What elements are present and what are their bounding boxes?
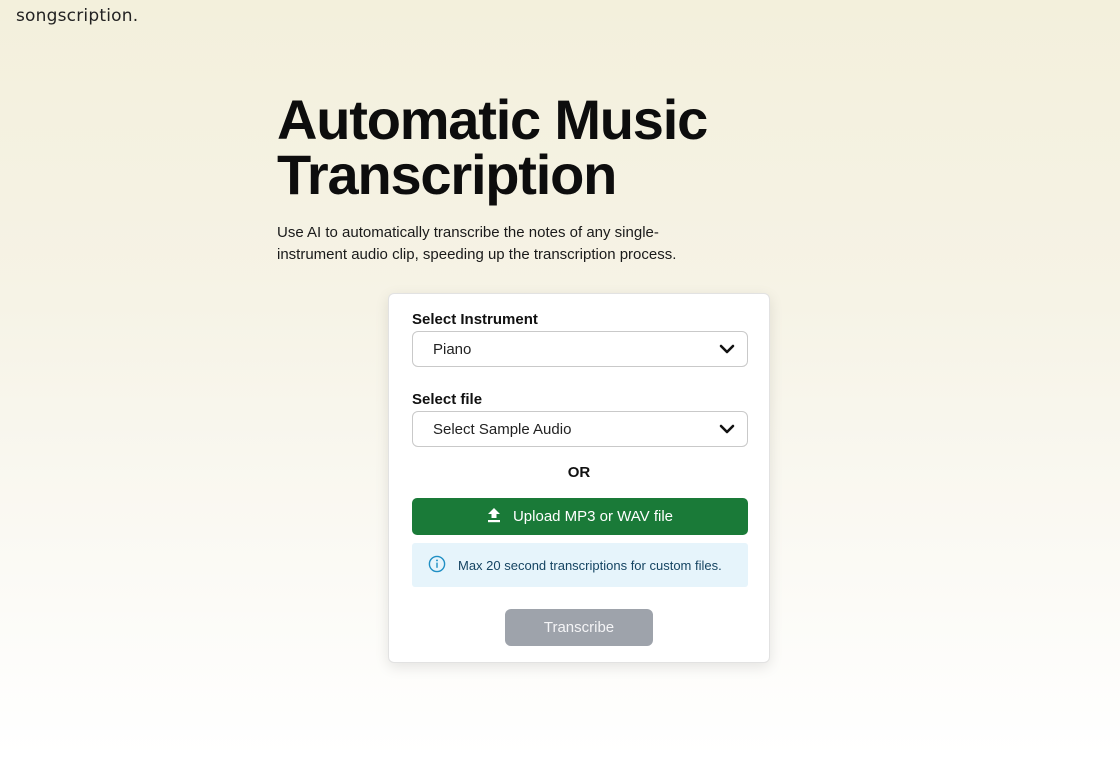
chevron-down-icon [719,344,735,354]
instrument-select[interactable]: Piano [412,331,748,367]
hero-section: Automatic Music Transcription Use AI to … [277,92,797,266]
sample-audio-select-value: Select Sample Audio [433,420,572,438]
upload-file-button[interactable]: Upload MP3 or WAV file [412,498,748,535]
transcription-form-card: Select Instrument Piano Select file Sele… [388,293,770,663]
upload-icon [487,507,501,527]
info-alert: Max 20 second transcriptions for custom … [412,543,748,587]
page-title-line1: Automatic Music [277,88,708,151]
file-label: Select file [412,391,483,408]
chevron-down-icon [719,424,735,434]
instrument-label: Select Instrument [412,311,538,328]
sample-audio-select[interactable]: Select Sample Audio [412,411,748,447]
upload-button-label: Upload MP3 or WAV file [512,508,674,525]
page-title-line2: Transcription [277,143,617,206]
logo[interactable]: songscription. [16,6,138,26]
info-icon [428,555,446,576]
instrument-select-value: Piano [433,340,472,358]
info-text: Max 20 second transcriptions for custom … [458,557,722,573]
page-title: Automatic Music Transcription [277,92,797,203]
transcribe-button[interactable]: Transcribe [505,609,653,646]
or-divider: OR [567,464,591,481]
page-description: Use AI to automatically transcribe the n… [277,224,677,263]
